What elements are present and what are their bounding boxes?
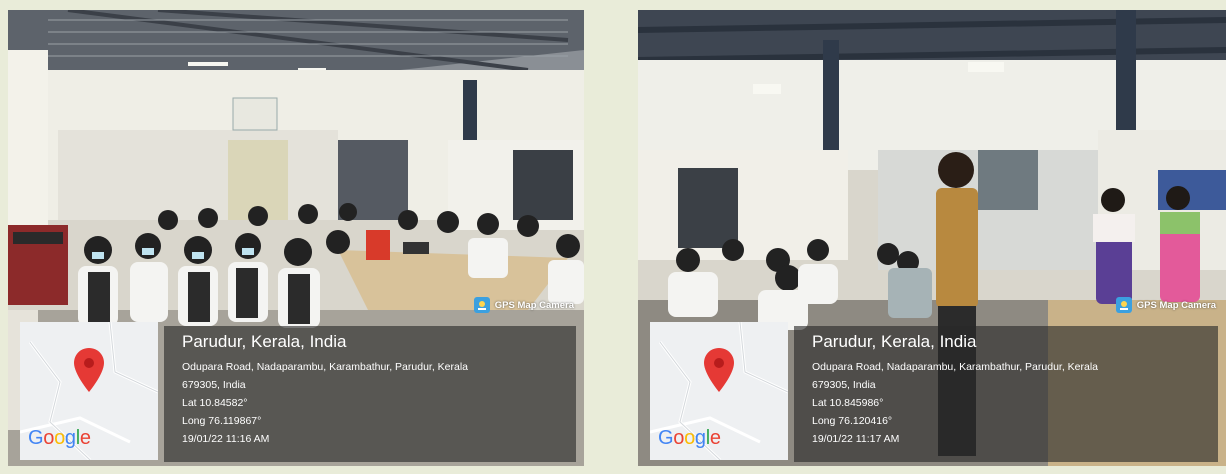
address-line-2: 679305, India <box>182 379 246 391</box>
address-line-1: Odupara Road, Nadaparambu, Karambathur, … <box>182 361 469 373</box>
gps-camera-icon <box>473 297 490 313</box>
google-logo: Google <box>658 427 721 449</box>
longitude: Long 76.120416° <box>812 415 893 427</box>
location-info-panel: Parudur, Kerala, India Odupara Road, Nad… <box>794 326 1218 462</box>
map-pin-icon <box>74 348 104 392</box>
latitude: Lat 10.84582° <box>182 397 248 409</box>
gps-map-camera-badge: GPS Map Camera <box>1115 297 1216 313</box>
address-line-1: Odupara Road, Nadaparambu, Karambathur, … <box>812 361 1099 373</box>
map-pin-icon <box>704 348 734 392</box>
classroom-photo-right: GPS Map Camera Google Parudur, Kerala, I… <box>638 10 1226 466</box>
classroom-photo-left: GPS Map Camera Google Parudur, Kerala, I… <box>8 10 584 466</box>
timestamp: 19/01/22 11:16 AM <box>182 433 270 445</box>
gps-badge-label: GPS Map Camera <box>1136 299 1216 311</box>
address-line-2: 679305, India <box>812 379 876 391</box>
location-title: Parudur, Kerala, India <box>812 332 977 351</box>
gps-camera-icon <box>1115 297 1132 313</box>
gps-badge-label: GPS Map Camera <box>494 299 574 311</box>
timestamp: 19/01/22 11:17 AM <box>812 433 900 445</box>
map-thumbnail: Google <box>20 322 158 460</box>
latitude: Lat 10.845986° <box>812 397 884 409</box>
gps-map-camera-badge: GPS Map Camera <box>473 297 574 313</box>
location-info-panel: Parudur, Kerala, India Odupara Road, Nad… <box>164 326 576 462</box>
location-title: Parudur, Kerala, India <box>182 332 347 351</box>
map-thumbnail: Google <box>650 322 788 460</box>
google-logo: Google <box>28 427 91 449</box>
longitude: Long 76.119867° <box>182 415 262 427</box>
